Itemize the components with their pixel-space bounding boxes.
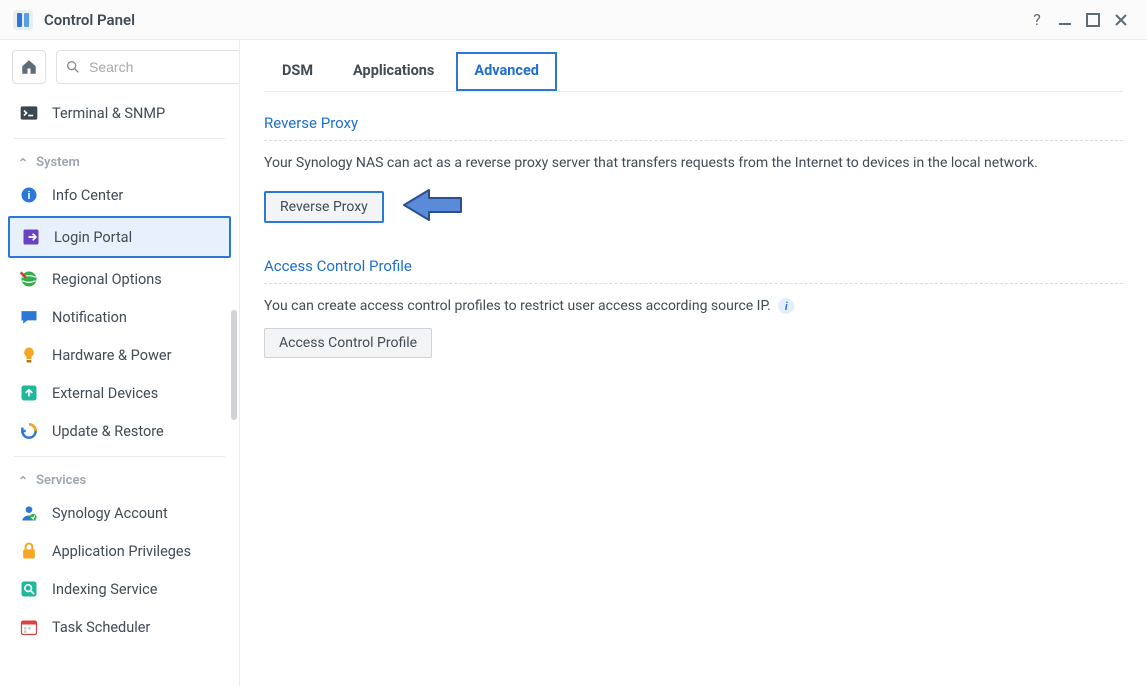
sidebar-item-label: Update & Restore xyxy=(52,423,164,440)
chat-icon xyxy=(18,306,40,328)
sidebar-item-label: Login Portal xyxy=(54,229,132,246)
sidebar-item-terminal-snmp[interactable]: Terminal & SNMP xyxy=(0,94,239,132)
sidebar-item-task-scheduler[interactable]: Task Scheduler xyxy=(0,608,239,646)
svg-text:i: i xyxy=(27,190,30,202)
sidebar-item-label: Application Privileges xyxy=(52,543,191,560)
window-title: Control Panel xyxy=(44,11,135,29)
tabs: DSM Applications Advanced xyxy=(264,40,1123,92)
arrow-callout-icon xyxy=(399,185,469,229)
info-icon[interactable]: i xyxy=(778,298,794,314)
sidebar-item-update-restore[interactable]: Update & Restore xyxy=(0,412,239,450)
main-panel: DSM Applications Advanced Reverse Proxy … xyxy=(240,40,1147,686)
tab-advanced[interactable]: Advanced xyxy=(456,52,557,91)
chevron-up-icon: ⌃ xyxy=(18,474,28,488)
sidebar: Terminal & SNMP ⌃ System i Info Center L… xyxy=(0,40,240,686)
sidebar-item-label: Indexing Service xyxy=(52,581,157,598)
globe-icon xyxy=(18,268,40,290)
sidebar-item-label: Terminal & SNMP xyxy=(52,105,165,122)
minimize-button[interactable] xyxy=(1051,6,1079,34)
sidebar-group-system[interactable]: ⌃ System xyxy=(0,145,239,176)
upload-icon xyxy=(18,382,40,404)
sidebar-group-services[interactable]: ⌃ Services xyxy=(0,463,239,494)
sidebar-item-label: External Devices xyxy=(52,385,158,402)
titlebar: Control Panel ? xyxy=(0,0,1147,40)
portal-icon xyxy=(20,226,42,248)
bulb-icon xyxy=(18,344,40,366)
sidebar-item-info-center[interactable]: i Info Center xyxy=(0,176,239,214)
sidebar-item-label: Info Center xyxy=(52,187,123,204)
tab-applications[interactable]: Applications xyxy=(335,52,452,91)
account-icon xyxy=(18,502,40,524)
acp-desc: You can create access control profiles t… xyxy=(264,298,1123,314)
group-label: Services xyxy=(36,473,86,488)
search-box[interactable] xyxy=(56,50,240,84)
sidebar-item-regional-options[interactable]: Regional Options xyxy=(0,260,239,298)
sidebar-item-hardware-power[interactable]: Hardware & Power xyxy=(0,336,239,374)
section-title-acp: Access Control Profile xyxy=(264,257,1123,275)
calendar-icon xyxy=(18,616,40,638)
sidebar-item-application-privileges[interactable]: Application Privileges xyxy=(0,532,239,570)
sidebar-item-label: Task Scheduler xyxy=(52,619,150,636)
reverse-proxy-button[interactable]: Reverse Proxy xyxy=(264,191,384,223)
chevron-up-icon: ⌃ xyxy=(18,156,28,170)
reverse-proxy-desc: Your Synology NAS can act as a reverse p… xyxy=(264,155,1123,171)
search-icon xyxy=(65,59,81,75)
acp-button[interactable]: Access Control Profile xyxy=(264,328,432,358)
info-icon: i xyxy=(18,184,40,206)
terminal-icon xyxy=(18,102,40,124)
scrollbar-thumb[interactable] xyxy=(231,310,237,420)
close-button[interactable] xyxy=(1107,6,1135,34)
sidebar-item-label: Notification xyxy=(52,309,127,326)
help-button[interactable]: ? xyxy=(1023,6,1051,34)
home-button[interactable] xyxy=(12,50,46,84)
sidebar-item-login-portal[interactable]: Login Portal xyxy=(8,216,231,258)
sidebar-item-label: Regional Options xyxy=(52,271,162,288)
app-icon xyxy=(12,9,34,31)
lock-icon xyxy=(18,540,40,562)
sidebar-item-external-devices[interactable]: External Devices xyxy=(0,374,239,412)
sidebar-item-indexing-service[interactable]: Indexing Service xyxy=(0,570,239,608)
maximize-button[interactable] xyxy=(1079,6,1107,34)
tab-dsm[interactable]: DSM xyxy=(264,52,331,91)
sidebar-item-synology-account[interactable]: Synology Account xyxy=(0,494,239,532)
group-label: System xyxy=(36,155,80,170)
search-input[interactable] xyxy=(87,58,240,76)
section-title-reverse-proxy: Reverse Proxy xyxy=(264,114,1123,132)
search-doc-icon xyxy=(18,578,40,600)
sidebar-item-notification[interactable]: Notification xyxy=(0,298,239,336)
refresh-icon xyxy=(18,420,40,442)
sidebar-item-label: Hardware & Power xyxy=(52,347,171,364)
sidebar-item-label: Synology Account xyxy=(52,505,168,522)
